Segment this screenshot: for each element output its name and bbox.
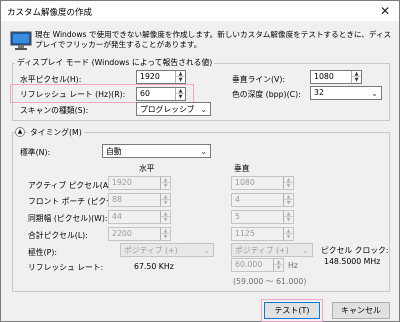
refresh-rate-field[interactable]: 60 ▲ ▼ <box>136 87 186 101</box>
chevron-down-icon: ⌄ <box>200 105 207 114</box>
close-icon[interactable]: ✕ <box>371 1 399 21</box>
front-porch-v-field: 4 ▲ ▼ <box>231 193 294 207</box>
spin-down-icon[interactable]: ▼ <box>176 77 185 83</box>
polarity-h-select: ポジティブ (+) ⌄ <box>120 243 214 257</box>
total-pixels-label: 合計ピクセル(L): <box>28 231 88 240</box>
active-pixels-label: アクティブ ピクセル(A): <box>28 181 114 190</box>
field-value: 88 <box>112 195 122 204</box>
refresh-rate-label: リフレッシュ レート (Hz)(R): <box>20 90 126 99</box>
field-value: 1920 <box>112 178 132 187</box>
refresh-range-text: (59.000 ～ 61.000) <box>233 277 307 286</box>
chevron-down-icon: ⌄ <box>203 246 210 255</box>
intro-text: 現在 Windows で使用できない解像度を作成します。新しいカスタム解像度をテ… <box>35 30 392 49</box>
spin-down-icon: ▼ <box>163 200 168 206</box>
scan-type-value: プログレッシブ <box>140 105 195 114</box>
pixel-clock-value: 148.5000 MHz <box>324 257 381 266</box>
field-value: 2200 <box>112 229 132 238</box>
display-mode-group-label: ディスプレイ モード (Windows によって報告される値) <box>15 57 215 68</box>
spin-down-icon: ▼ <box>286 217 291 223</box>
sync-width-h-field: 44 ▲ ▼ <box>108 210 171 224</box>
chevron-down-icon: ⌄ <box>200 147 207 156</box>
vertical-refresh-field: 60.000 ▲ ▼ <box>231 258 284 272</box>
total-pixels-h-field: 2200 ▲ ▼ <box>108 227 171 241</box>
spin-down-icon[interactable]: ▼ <box>352 77 361 83</box>
spin-down-icon: ▼ <box>163 183 168 189</box>
test-button[interactable]: テスト(T) <box>264 302 320 319</box>
sync-width-v-field: 5 ▲ ▼ <box>231 210 294 224</box>
color-depth-value: 32 <box>314 88 324 97</box>
chevron-down-icon: ⌄ <box>302 246 309 255</box>
polarity-label: 極性(P): <box>28 248 58 257</box>
field-value: 5 <box>235 212 240 221</box>
standard-value: 自動 <box>106 147 122 156</box>
refresh-rate-timing-label: リフレッシュ レート: <box>28 263 104 272</box>
sync-width-label: 同期幅 (ピクセル)(W): <box>28 214 108 223</box>
active-pixels-v-field: 1080 ▲ ▼ <box>231 176 294 190</box>
active-pixels-h-field: 1920 ▲ ▼ <box>108 176 171 190</box>
field-value: ポジティブ (+) <box>235 246 289 255</box>
cancel-button[interactable]: キャンセル <box>332 302 390 319</box>
chevron-down-icon: ⌄ <box>371 89 378 98</box>
color-depth-select[interactable]: 32 ⌄ <box>310 86 382 100</box>
polarity-v-select: ポジティブ (+) ⌄ <box>231 243 313 257</box>
vertical-column-header: 垂直 <box>234 164 250 173</box>
spin-down-icon: ▼ <box>286 200 291 206</box>
pixel-clock-label: ピクセル クロック: <box>321 246 389 255</box>
refresh-rate-value: 60 <box>140 89 150 98</box>
field-value: 1125 <box>235 229 255 238</box>
spin-down-icon: ▼ <box>163 217 168 223</box>
horizontal-pixels-value: 1920 <box>140 72 160 81</box>
spin-down-icon: ▼ <box>286 183 291 189</box>
scan-type-select[interactable]: プログレッシブ ⌄ <box>136 102 211 116</box>
vertical-lines-label: 垂直ライン(V): <box>232 75 286 84</box>
standard-select[interactable]: 自動 ⌄ <box>102 144 211 158</box>
horizontal-frequency-value: 67.50 KHz <box>134 262 174 271</box>
title-bar: カスタム解像度の作成 ✕ <box>1 1 399 21</box>
total-pixels-v-field: 1125 ▲ ▼ <box>231 227 294 241</box>
window-title: カスタム解像度の作成 <box>7 8 93 18</box>
collapse-icon[interactable]: ▲ <box>15 127 25 137</box>
horizontal-pixels-field[interactable]: 1920 ▲ ▼ <box>136 70 186 84</box>
timing-group-label[interactable]: タイミング(M) <box>28 127 84 138</box>
custom-resolution-dialog: カスタム解像度の作成 ✕ 現在 Windows で使用できない解像度を作成します… <box>0 0 400 322</box>
hz-unit-label: Hz <box>288 261 298 270</box>
spin-down-icon[interactable]: ▼ <box>176 94 185 100</box>
front-porch-h-field: 88 ▲ ▼ <box>108 193 171 207</box>
standard-label: 標準(N): <box>20 148 51 157</box>
field-value: 60.000 <box>235 260 263 269</box>
horizontal-column-header: 水平 <box>139 164 155 173</box>
field-value: 4 <box>235 195 240 204</box>
vertical-lines-field[interactable]: 1080 ▲ ▼ <box>310 70 362 84</box>
field-value: 1080 <box>235 178 255 187</box>
spin-down-icon: ▼ <box>276 265 281 271</box>
spin-down-icon: ▼ <box>286 234 291 240</box>
field-value: ポジティブ (+) <box>124 246 178 255</box>
monitor-icon <box>10 31 32 50</box>
color-depth-label: 色の深度 (bpp)(C): <box>232 90 301 99</box>
field-value: 44 <box>112 212 122 221</box>
spin-down-icon: ▼ <box>163 234 168 240</box>
scan-type-label: スキャンの種類(S): <box>20 106 89 115</box>
vertical-lines-value: 1080 <box>314 72 334 81</box>
